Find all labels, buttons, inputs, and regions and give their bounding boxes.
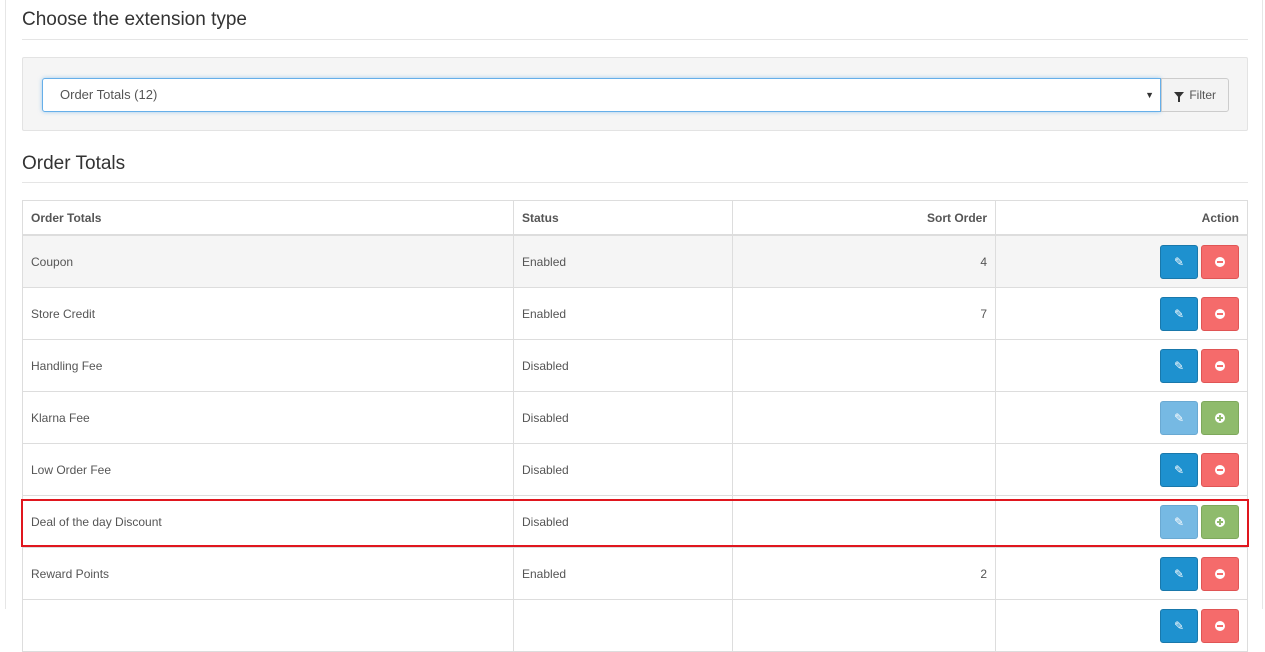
install-button[interactable] bbox=[1201, 400, 1239, 435]
column-header-status[interactable]: Status bbox=[513, 200, 733, 236]
column-header-name[interactable]: Order Totals bbox=[22, 200, 514, 236]
extension-name: Reward Points bbox=[22, 547, 514, 600]
extension-status: Disabled bbox=[513, 339, 733, 392]
column-header-sort-order[interactable]: Sort Order bbox=[732, 200, 996, 236]
extension-status: Disabled bbox=[513, 391, 733, 444]
extension-name: Deal of the day Discount bbox=[22, 495, 514, 548]
extension-actions: ✎ bbox=[995, 495, 1248, 548]
uninstall-button[interactable] bbox=[1201, 452, 1239, 487]
minus-circle-icon bbox=[1215, 464, 1225, 475]
filter-button-label: Filter bbox=[1189, 88, 1216, 102]
extension-name: Store Credit bbox=[22, 287, 514, 340]
pencil-icon: ✎ bbox=[1173, 618, 1185, 633]
pencil-icon: ✎ bbox=[1173, 410, 1185, 425]
table-row: Handling Fee Disabled ✎ bbox=[22, 339, 1248, 392]
pencil-icon: ✎ bbox=[1173, 514, 1185, 529]
extension-type-select[interactable]: Order Totals (12) ▼ bbox=[42, 78, 1161, 112]
pencil-icon: ✎ bbox=[1173, 566, 1185, 581]
table-row: Deal of the day Discount Disabled ✎ bbox=[22, 495, 1248, 548]
edit-button[interactable]: ✎ bbox=[1160, 556, 1198, 591]
uninstall-button[interactable] bbox=[1201, 244, 1239, 279]
filter-panel: Order Totals (12) ▼ Filter bbox=[22, 57, 1248, 131]
minus-circle-icon bbox=[1215, 256, 1225, 267]
filter-button[interactable]: Filter bbox=[1161, 78, 1229, 112]
minus-circle-icon bbox=[1215, 308, 1225, 319]
table-row: Reward Points Enabled 2 ✎ bbox=[22, 547, 1248, 600]
pencil-icon: ✎ bbox=[1173, 462, 1185, 477]
edit-button[interactable]: ✎ bbox=[1160, 296, 1198, 331]
table-row: Store Credit Enabled 7 ✎ bbox=[22, 287, 1248, 340]
extension-status: Enabled bbox=[513, 287, 733, 340]
extension-status: Disabled bbox=[513, 495, 733, 548]
action-buttons: ✎ bbox=[1160, 296, 1239, 331]
uninstall-button[interactable] bbox=[1201, 608, 1239, 643]
extension-sort-order bbox=[732, 599, 996, 652]
filter-icon bbox=[1173, 92, 1184, 102]
extension-status: Enabled bbox=[513, 547, 733, 600]
uninstall-button[interactable] bbox=[1201, 296, 1239, 331]
action-buttons: ✎ bbox=[1160, 608, 1239, 643]
extension-status bbox=[513, 599, 733, 652]
extension-sort-order: 7 bbox=[732, 287, 996, 340]
table-row: Coupon Enabled 4 ✎ bbox=[22, 234, 1248, 288]
extension-actions: ✎ bbox=[995, 547, 1248, 600]
section-divider bbox=[22, 182, 1248, 183]
pencil-icon: ✎ bbox=[1173, 254, 1185, 269]
install-button[interactable] bbox=[1201, 504, 1239, 539]
plus-circle-icon bbox=[1215, 516, 1225, 527]
action-buttons: ✎ bbox=[1160, 504, 1239, 539]
chevron-down-icon: ▼ bbox=[1145, 90, 1154, 100]
minus-circle-icon bbox=[1215, 620, 1225, 631]
extension-status: Disabled bbox=[513, 443, 733, 496]
extension-sort-order bbox=[732, 391, 996, 444]
uninstall-button[interactable] bbox=[1201, 348, 1239, 383]
table-row: Klarna Fee Disabled ✎ bbox=[22, 391, 1248, 444]
extension-name: Coupon bbox=[22, 234, 514, 288]
extension-name: Low Order Fee bbox=[22, 443, 514, 496]
uninstall-button[interactable] bbox=[1201, 556, 1239, 591]
action-buttons: ✎ bbox=[1160, 556, 1239, 591]
extension-name: Klarna Fee bbox=[22, 391, 514, 444]
minus-circle-icon bbox=[1215, 360, 1225, 371]
extension-name bbox=[22, 599, 514, 652]
edit-button[interactable]: ✎ bbox=[1160, 400, 1198, 435]
edit-button[interactable]: ✎ bbox=[1160, 452, 1198, 487]
extension-sort-order bbox=[732, 443, 996, 496]
action-buttons: ✎ bbox=[1160, 348, 1239, 383]
extension-actions: ✎ bbox=[995, 599, 1248, 652]
edit-button[interactable]: ✎ bbox=[1160, 504, 1198, 539]
table-row: Low Order Fee Disabled ✎ bbox=[22, 443, 1248, 496]
action-buttons: ✎ bbox=[1160, 400, 1239, 435]
page-container: Choose the extension type Order Totals (… bbox=[5, 0, 1263, 652]
extension-sort-order bbox=[732, 339, 996, 392]
extension-actions: ✎ bbox=[995, 287, 1248, 340]
action-buttons: ✎ bbox=[1160, 452, 1239, 487]
edit-button[interactable]: ✎ bbox=[1160, 608, 1198, 643]
plus-circle-icon bbox=[1215, 412, 1225, 423]
extension-actions: ✎ bbox=[995, 234, 1248, 288]
section-title: Order Totals bbox=[22, 153, 126, 174]
column-header-action: Action bbox=[995, 200, 1248, 236]
pencil-icon: ✎ bbox=[1173, 306, 1185, 321]
extension-sort-order bbox=[732, 495, 996, 548]
edit-button[interactable]: ✎ bbox=[1160, 244, 1198, 279]
title-divider bbox=[22, 39, 1248, 40]
extension-name: Handling Fee bbox=[22, 339, 514, 392]
extensions-table: Order Totals Status Sort Order Action Co… bbox=[22, 200, 1248, 652]
extension-status: Enabled bbox=[513, 234, 733, 288]
extension-actions: ✎ bbox=[995, 391, 1248, 444]
action-buttons: ✎ bbox=[1160, 244, 1239, 279]
page-title: Choose the extension type bbox=[22, 9, 247, 30]
pencil-icon: ✎ bbox=[1173, 358, 1185, 373]
extension-type-selected: Order Totals (12) bbox=[60, 87, 158, 102]
extension-actions: ✎ bbox=[995, 443, 1248, 496]
table-row: ✎ bbox=[22, 599, 1248, 652]
extension-sort-order: 4 bbox=[732, 234, 996, 288]
extension-sort-order: 2 bbox=[732, 547, 996, 600]
minus-circle-icon bbox=[1215, 568, 1225, 579]
table-header-row: Order Totals Status Sort Order Action bbox=[22, 200, 1248, 236]
extension-actions: ✎ bbox=[995, 339, 1248, 392]
edit-button[interactable]: ✎ bbox=[1160, 348, 1198, 383]
